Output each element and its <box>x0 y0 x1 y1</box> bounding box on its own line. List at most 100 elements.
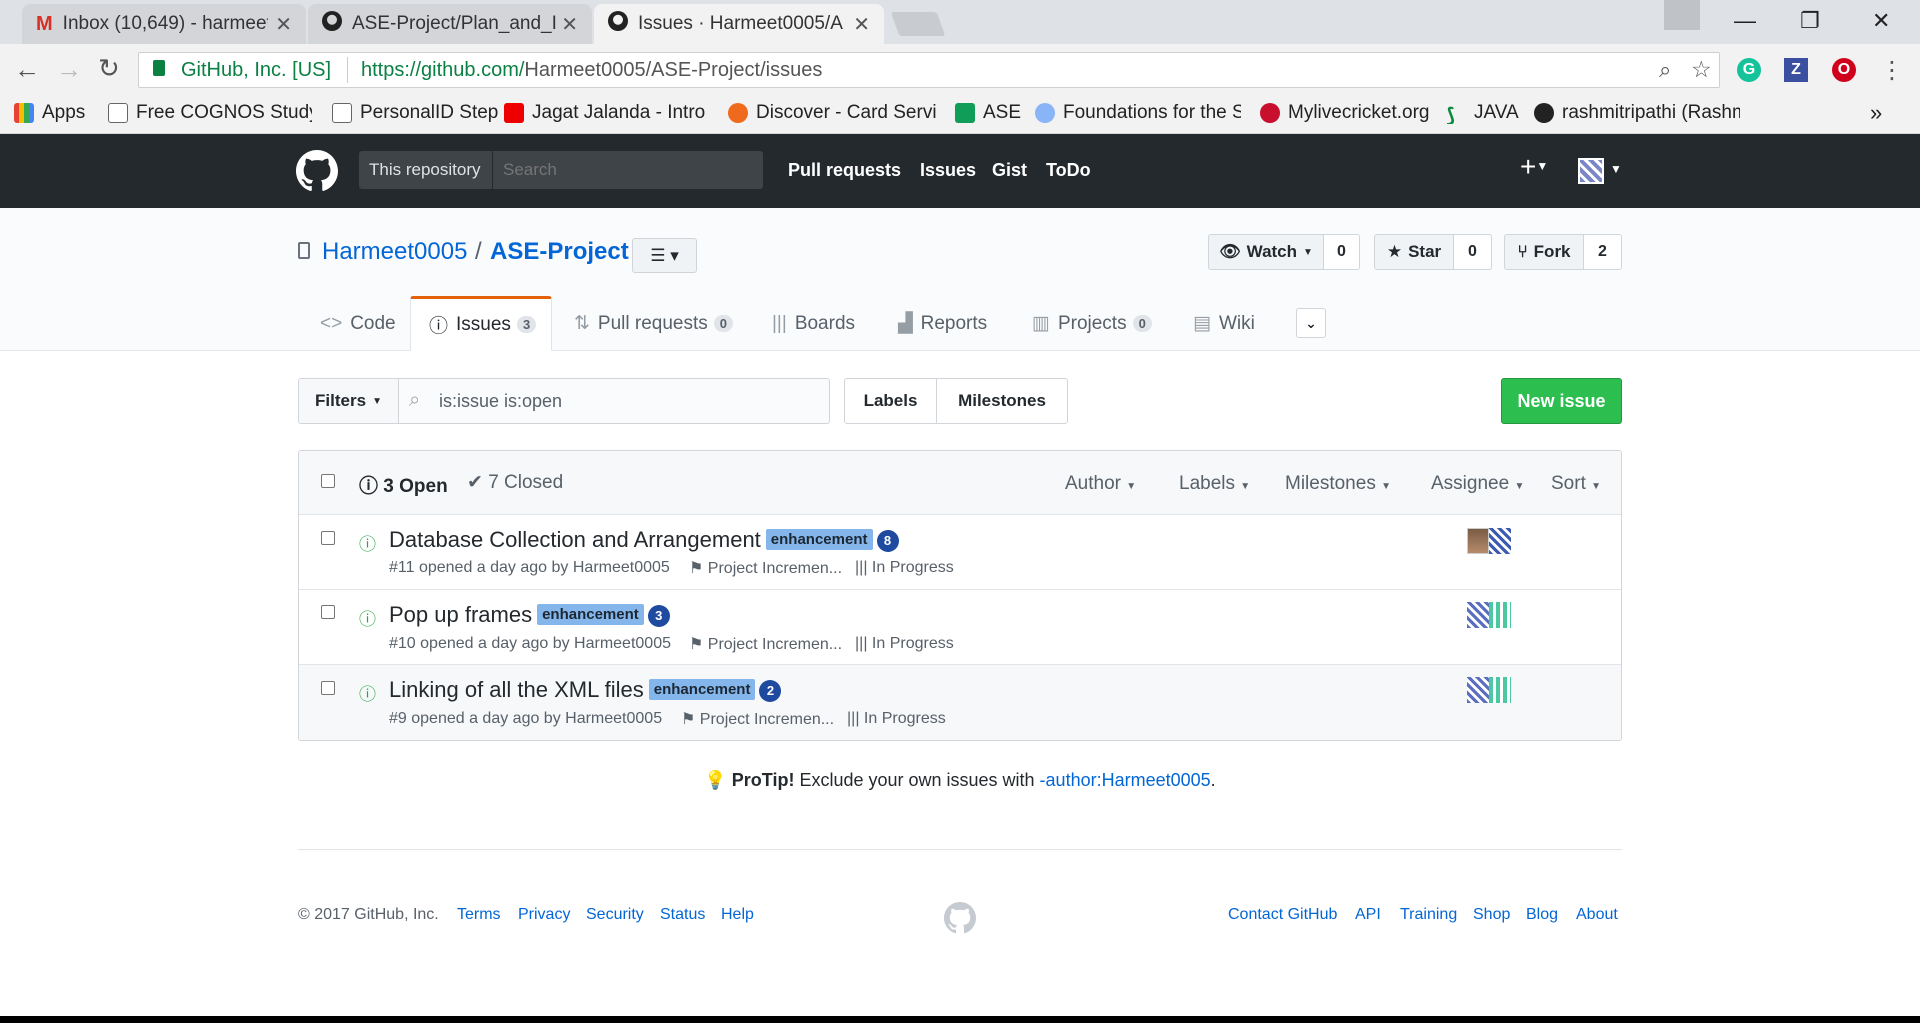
footer-link-training[interactable]: Training <box>1400 906 1457 924</box>
table-row[interactable]: ⓘ Linking of all the XML files enhancemen… <box>299 665 1621 740</box>
search-input[interactable] <box>495 153 755 187</box>
assignee-select[interactable]: Assignee ▼ <box>1431 473 1524 495</box>
tab-issues[interactable]: ⓘ Issues 3 <box>410 296 552 351</box>
milestone-link[interactable]: ⚑ Project Incremen... <box>681 709 834 729</box>
profile-icon[interactable] <box>1664 0 1700 30</box>
nav-todo[interactable]: ToDo <box>1046 160 1091 181</box>
footer-link-terms[interactable]: Terms <box>457 906 501 924</box>
menu-icon[interactable]: ⋮ <box>1880 56 1904 85</box>
back-icon[interactable]: ← <box>14 54 40 85</box>
nav-pull-requests[interactable]: Pull requests <box>788 160 901 181</box>
minimize-icon[interactable]: — <box>1734 8 1756 34</box>
new-tab-button[interactable] <box>890 12 946 36</box>
avatar[interactable] <box>1489 677 1511 703</box>
closed-issues-link[interactable]: ✔ 7 Closed <box>467 471 563 494</box>
footer-link-about[interactable]: About <box>1576 906 1618 924</box>
issue-title-link[interactable]: Database Collection and Arrangement <box>389 527 761 552</box>
footer-link-api[interactable]: API <box>1355 906 1381 924</box>
table-row[interactable]: ⓘ Pop up frames enhancement 3 #10 opened a… <box>299 590 1621 665</box>
repo-owner-link[interactable]: Harmeet0005 <box>322 238 467 266</box>
watch-button[interactable]: 👁 Watch ▼ <box>1208 234 1324 270</box>
milestone-link[interactable]: ⚑ Project Incremen... <box>689 634 842 654</box>
bookmark-apps[interactable]: Apps <box>14 102 85 124</box>
more-bookmarks-icon[interactable]: » <box>1870 100 1882 126</box>
close-tab-icon[interactable]: ✕ <box>275 12 292 37</box>
open-issues-link[interactable]: ⓘ 3 Open <box>359 471 448 498</box>
avatar[interactable] <box>1578 158 1604 184</box>
footer-link-shop[interactable]: Shop <box>1473 906 1510 924</box>
github-mark-icon[interactable] <box>944 902 976 939</box>
tab-projects[interactable]: ▥ Projects 0 <box>1032 296 1152 351</box>
footer-link-privacy[interactable]: Privacy <box>518 906 570 924</box>
bookmark-jagat[interactable]: Jagat Jalanda - Intro - <box>504 102 710 124</box>
bookmark-mylivecricket[interactable]: Mylivecricket.org <box>1260 102 1429 124</box>
new-issue-button[interactable]: New issue <box>1501 378 1622 424</box>
issue-search-field[interactable]: ⌕ is:issue is:open <box>398 378 830 424</box>
tab-code[interactable]: <> Code <box>320 296 396 351</box>
bookmark-personalid[interactable]: PersonalID Step <box>332 102 502 124</box>
label-badge[interactable]: enhancement <box>765 529 873 550</box>
bookmark-discover[interactable]: Discover - Card Servic <box>728 102 936 124</box>
address-bar[interactable]: GitHub, Inc. [US] https://github.com/Har… <box>138 52 1720 88</box>
avatar[interactable] <box>1489 528 1511 554</box>
table-row[interactable]: ⓘ Database Collection and Arrangement enh… <box>299 515 1621 590</box>
footer-link-help[interactable]: Help <box>721 906 754 924</box>
label-badge[interactable]: enhancement <box>648 679 756 700</box>
forward-icon[interactable]: → <box>56 54 82 85</box>
zotero-icon[interactable]: Z <box>1784 58 1808 82</box>
tab-boards[interactable]: ||| Boards <box>772 296 855 351</box>
repo-name-link[interactable]: ASE-Project <box>490 238 629 266</box>
plus-icon[interactable]: +▼ <box>1520 151 1548 183</box>
github-logo-icon[interactable] <box>296 150 338 197</box>
protip-link[interactable]: -author:Harmeet0005 <box>1040 770 1211 790</box>
author-select[interactable]: Author ▼ <box>1065 473 1136 495</box>
footer-link-security[interactable]: Security <box>586 906 644 924</box>
milestone-link[interactable]: ⚑ Project Incremen... <box>689 558 842 578</box>
chevron-down-icon[interactable]: ▼ <box>1610 162 1622 176</box>
nav-gist[interactable]: Gist <box>992 160 1027 181</box>
search-scope[interactable]: This repository <box>359 151 493 189</box>
grammarly-icon[interactable]: G <box>1737 58 1761 82</box>
select-all-checkbox[interactable] <box>321 474 335 488</box>
opera-icon[interactable]: O <box>1832 58 1856 82</box>
browser-tab-issues[interactable]: Issues · Harmeet0005/AS ✕ <box>594 4 884 44</box>
star-bookmark-icon[interactable]: ☆ <box>1691 56 1712 83</box>
watch-count[interactable]: 0 <box>1324 234 1360 270</box>
footer-link-blog[interactable]: Blog <box>1526 906 1558 924</box>
zoom-icon[interactable]: ⌕ <box>1659 57 1671 83</box>
bookmark-java[interactable]: ⟆ JAVA <box>1446 102 1519 124</box>
more-tabs-button[interactable]: ⌄ <box>1296 308 1326 338</box>
issue-checkbox[interactable] <box>321 531 335 545</box>
issue-checkbox[interactable] <box>321 681 335 695</box>
bookmark-rashmitripathi[interactable]: rashmitripathi (Rashm <box>1534 102 1740 124</box>
avatar[interactable] <box>1467 677 1489 703</box>
tab-reports[interactable]: ▟ Reports <box>898 296 987 351</box>
close-tab-icon[interactable]: ✕ <box>561 12 578 37</box>
avatar[interactable] <box>1467 528 1489 554</box>
labels-button[interactable]: Labels <box>844 378 937 424</box>
label-badge[interactable]: enhancement <box>537 604 644 625</box>
fork-count[interactable]: 2 <box>1584 234 1622 270</box>
browser-tab-plan[interactable]: ASE-Project/Plan_and_Inc ✕ <box>308 4 592 44</box>
issue-checkbox[interactable] <box>321 605 335 619</box>
restore-icon[interactable]: ❐ <box>1800 8 1820 34</box>
labels-select[interactable]: Labels ▼ <box>1179 473 1250 495</box>
tab-wiki[interactable]: ▤ Wiki <box>1193 296 1255 351</box>
filters-button[interactable]: Filters ▼ <box>298 378 399 424</box>
close-tab-icon[interactable]: ✕ <box>853 12 870 37</box>
bookmark-ase[interactable]: ASE <box>955 102 1021 124</box>
reload-icon[interactable]: ↻ <box>98 53 120 84</box>
tab-pull-requests[interactable]: ⇅ Pull requests 0 <box>574 296 733 351</box>
issue-title-link[interactable]: Pop up frames <box>389 602 532 627</box>
repo-list-menu-button[interactable]: ☰ ▾ <box>632 238 697 273</box>
fork-button[interactable]: ⑂ Fork <box>1504 234 1584 270</box>
issue-title-link[interactable]: Linking of all the XML files <box>389 677 644 702</box>
sort-select[interactable]: Sort ▼ <box>1551 473 1601 495</box>
footer-link-status[interactable]: Status <box>660 906 705 924</box>
avatar[interactable] <box>1489 602 1511 628</box>
star-count[interactable]: 0 <box>1454 234 1492 270</box>
bookmark-cognos[interactable]: Free COGNOS Study C <box>108 102 312 124</box>
footer-link-contact[interactable]: Contact GitHub <box>1228 906 1337 924</box>
nav-issues[interactable]: Issues <box>920 160 976 181</box>
milestones-select[interactable]: Milestones ▼ <box>1285 473 1391 495</box>
